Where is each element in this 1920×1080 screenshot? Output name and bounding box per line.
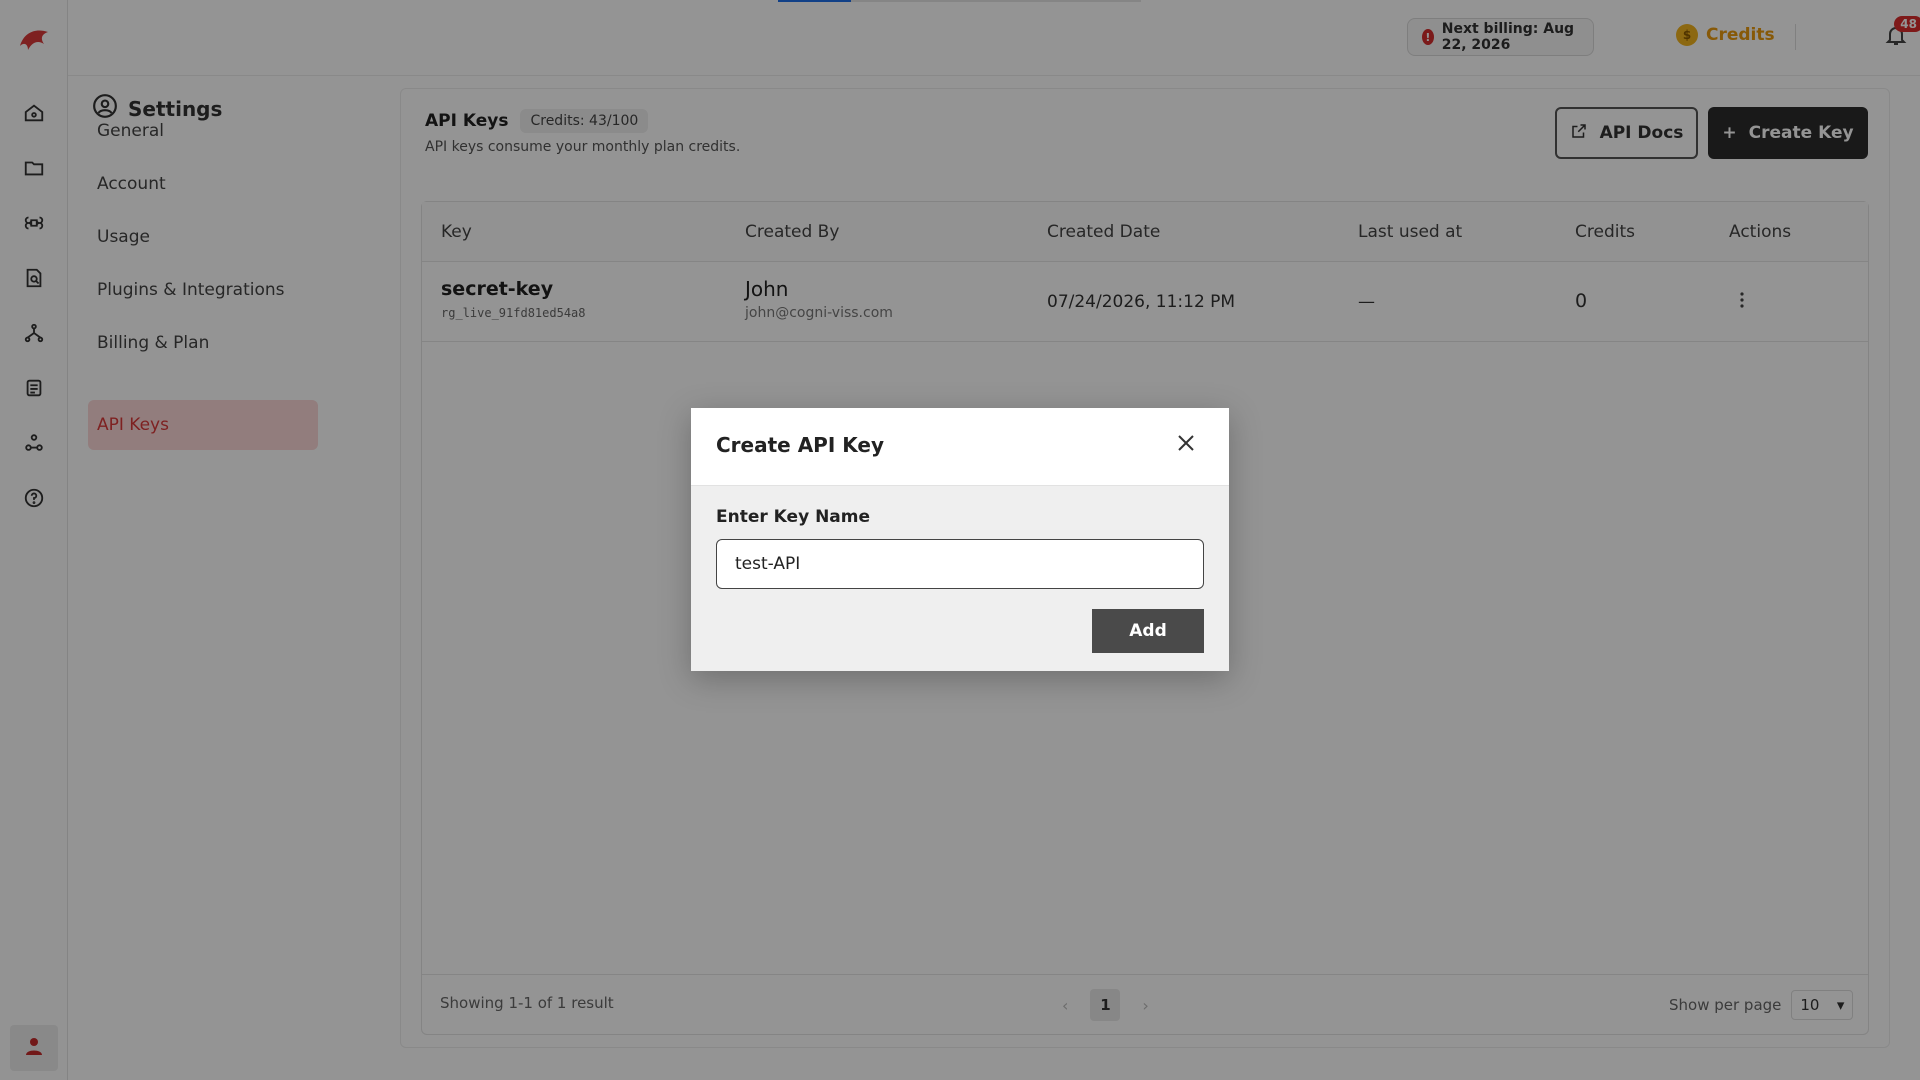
- modal-close-button[interactable]: [1171, 430, 1201, 460]
- add-button[interactable]: Add: [1092, 609, 1204, 653]
- create-api-key-modal: Create API Key Enter Key Name Add: [691, 408, 1229, 671]
- close-icon: [1177, 434, 1195, 456]
- modal-header: Create API Key: [691, 408, 1229, 486]
- key-name-input[interactable]: [716, 539, 1204, 589]
- key-name-label: Enter Key Name: [716, 507, 871, 527]
- modal-title: Create API Key: [716, 433, 884, 457]
